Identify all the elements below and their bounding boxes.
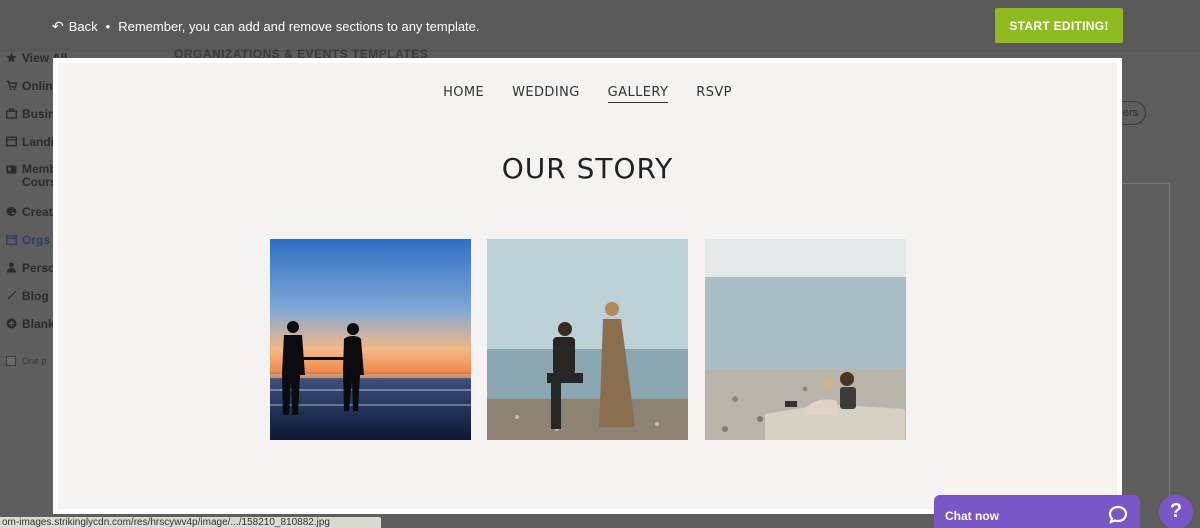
sidebar-item-label: Landi <box>22 135 54 149</box>
nav-rsvp[interactable]: RSVP <box>696 85 732 103</box>
back-link[interactable]: Back <box>69 19 98 34</box>
one-page-checkbox-row[interactable]: One p <box>6 356 47 366</box>
template-preview-frame: HOME WEDDING GALLERY RSVP OUR STORY <box>53 58 1122 514</box>
chat-bubble-icon <box>1108 505 1128 528</box>
background-sidebar: View All Onlin Busin Landi Memb Cours Cr… <box>0 48 67 388</box>
id-card-icon <box>6 164 17 175</box>
separator: • <box>105 19 111 34</box>
sidebar-item-label: Blank <box>22 317 55 331</box>
sidebar-item-blank[interactable]: Blank <box>6 317 55 331</box>
sidebar-item-blog[interactable]: Blog <box>6 289 49 303</box>
nav-wedding[interactable]: WEDDING <box>512 85 580 103</box>
briefcase-icon <box>5 108 18 119</box>
person-icon <box>6 262 17 273</box>
nav-home[interactable]: HOME <box>443 85 484 103</box>
couple-on-shore-photo[interactable] <box>705 239 906 440</box>
status-url-bar: om-images.strikinglycdn.com/res/hrscywv4… <box>0 517 381 528</box>
site-nav: HOME WEDDING GALLERY RSVP <box>58 85 1117 103</box>
sidebar-item-landing[interactable]: Landi <box>5 135 54 149</box>
browser-icon <box>5 136 18 147</box>
sidebar-item-membership[interactable]: Memb Cours <box>6 163 57 189</box>
sidebar-item-business[interactable]: Busin <box>5 107 56 121</box>
sidebar-item-label: Busin <box>22 107 56 121</box>
one-page-checkbox[interactable] <box>6 356 16 366</box>
one-page-checkbox-label: One p <box>22 356 47 366</box>
back-bar: ↶ Back • Remember, you can add and remov… <box>52 18 480 35</box>
start-editing-button[interactable]: START EDITING! <box>995 8 1123 43</box>
sidebar-item-personal[interactable]: Perso <box>6 261 55 275</box>
palette-icon <box>6 206 17 217</box>
calendar-icon <box>5 234 18 245</box>
background-panel <box>1120 183 1170 513</box>
chat-now-button[interactable]: Chat now <box>934 495 1140 528</box>
beach-proposal-photo[interactable] <box>487 239 688 440</box>
template-notice: Remember, you can add and remove section… <box>118 19 480 34</box>
sidebar-item-label: Perso <box>22 261 56 275</box>
star-icon <box>6 52 17 63</box>
sidebar-item-label: Orgs <box>22 233 51 247</box>
sidebar-item-label: Blog <box>22 289 49 303</box>
help-button[interactable]: ? <box>1159 495 1193 528</box>
sunset-couple-photo[interactable] <box>270 239 471 440</box>
cart-icon <box>6 80 18 91</box>
back-arrow-icon[interactable]: ↶ <box>52 18 64 35</box>
nav-gallery[interactable]: GALLERY <box>607 85 669 103</box>
sidebar-item-creative[interactable]: Creat <box>6 205 53 219</box>
sidebar-item-label: Creat <box>22 205 53 219</box>
pen-icon <box>6 290 17 301</box>
section-title: OUR STORY <box>501 152 674 185</box>
plus-circle-icon <box>6 318 17 329</box>
top-bar: ↶ Back • Remember, you can add and remov… <box>0 0 1200 52</box>
chat-label: Chat now <box>945 509 999 523</box>
template-preview-page: HOME WEDDING GALLERY RSVP OUR STORY <box>58 63 1117 509</box>
sidebar-item-orgs[interactable]: Orgs <box>5 233 51 247</box>
sidebar-item-online[interactable]: Onlin <box>6 79 53 93</box>
sidebar-item-label: Onlin <box>22 79 53 93</box>
sidebar-item-label: Memb Cours <box>22 162 57 189</box>
